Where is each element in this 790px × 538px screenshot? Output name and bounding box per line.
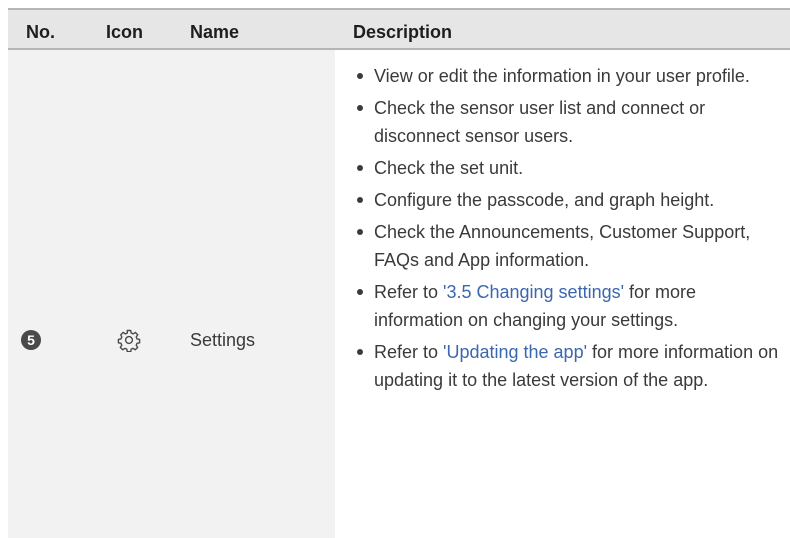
- list-item: Check the Announcements, Customer Suppor…: [355, 218, 783, 274]
- bullet-text: Check the Announcements, Customer Suppor…: [374, 222, 751, 270]
- changing-settings-link[interactable]: '3.5 Changing settings': [443, 282, 624, 302]
- row-number-badge: 5: [21, 330, 41, 350]
- row-name: Settings: [190, 330, 256, 350]
- header-no: No.: [26, 22, 55, 42]
- header-icon: Icon: [106, 22, 144, 42]
- list-item: Refer to 'Updating the app' for more inf…: [355, 338, 783, 394]
- header-name: Name: [190, 22, 240, 42]
- gear-icon: [117, 329, 141, 352]
- bullet-text: View or edit the information in your use…: [374, 66, 750, 86]
- bullet-prefix: Refer to: [374, 342, 444, 362]
- list-item: Refer to '3.5 Changing settings' for mor…: [355, 278, 783, 334]
- list-item: View or edit the information in your use…: [355, 62, 783, 90]
- row-label-cell: 5 Settings: [8, 50, 335, 538]
- header-description: Description: [353, 22, 453, 42]
- bullet-prefix: Refer to: [374, 282, 444, 302]
- updating-app-link[interactable]: 'Updating the app': [443, 342, 587, 362]
- list-item: Check the sensor user list and connect o…: [355, 94, 783, 150]
- bullet-text: Check the sensor user list and connect o…: [374, 98, 706, 146]
- description-list: View or edit the information in your use…: [355, 62, 783, 398]
- table-header: No. Icon Name Description: [8, 8, 790, 50]
- bullet-text: Configure the passcode, and graph height…: [374, 190, 715, 210]
- table-row: 5 Settings View or edit the information …: [8, 50, 790, 538]
- settings-table: No. Icon Name Description 5 Settings Vie…: [8, 8, 790, 538]
- list-item: Check the set unit.: [355, 154, 783, 182]
- list-item: Configure the passcode, and graph height…: [355, 186, 783, 214]
- bullet-text: Check the set unit.: [374, 158, 524, 178]
